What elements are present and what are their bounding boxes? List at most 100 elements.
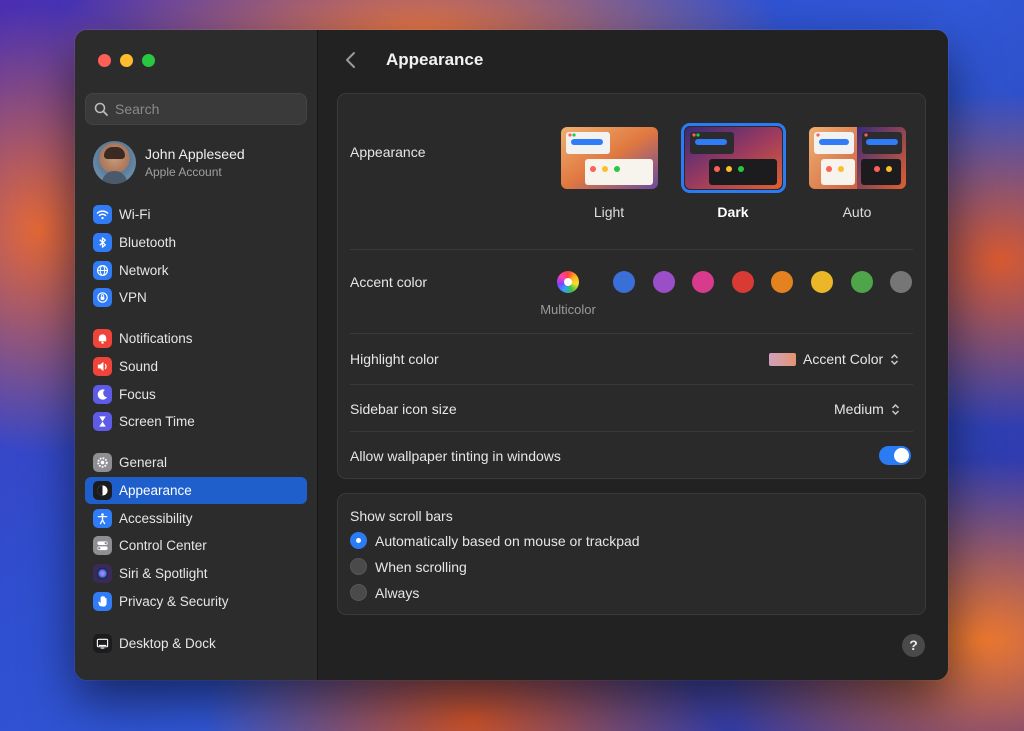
divider <box>350 384 913 385</box>
appearance-icon <box>93 481 112 501</box>
sidebar-item-desktop-dock[interactable]: Desktop & Dock <box>85 630 307 658</box>
sidebar-group-notifications: Notifications Sound Focus Screen Time <box>85 325 307 436</box>
account-name: John Appleseed <box>145 146 245 162</box>
vpn-icon <box>93 288 112 308</box>
bell-icon <box>93 329 112 349</box>
accent-multicolor-swatch[interactable] <box>557 271 579 293</box>
sidebar-item-notifications[interactable]: Notifications <box>85 325 307 353</box>
sidebar-item-label: Desktop & Dock <box>119 636 216 652</box>
search-field[interactable] <box>85 93 307 125</box>
appearance-panel: Appearance Light Dark Auto Accent color … <box>337 93 926 479</box>
accent-color-swatch[interactable] <box>811 271 833 293</box>
sidebar-item-label: Privacy & Security <box>119 593 229 609</box>
avatar <box>93 141 136 184</box>
accent-color-swatch[interactable] <box>890 271 913 293</box>
accent-multicolor-label: Multicolor <box>540 302 596 317</box>
radio-unselected[interactable] <box>350 584 367 601</box>
sidebar-icon-size-value: Medium <box>834 401 884 417</box>
zoom-button[interactable] <box>142 54 155 67</box>
appearance-light-label: Light <box>593 204 625 220</box>
appearance-label: Appearance <box>350 144 426 160</box>
wallpaper-tinting-label: Allow wallpaper tinting in windows <box>350 448 561 464</box>
sidebar-item-vpn[interactable]: VPN <box>85 284 307 312</box>
sidebar-item-label: VPN <box>119 290 147 306</box>
sidebar-item-control-center[interactable]: Control Center <box>85 532 307 560</box>
sidebar-icon-size-label: Sidebar icon size <box>350 401 457 417</box>
back-chevron-icon[interactable] <box>344 50 358 70</box>
accent-color-swatch[interactable] <box>771 271 794 293</box>
highlight-swatch <box>769 352 796 366</box>
search-input[interactable] <box>115 101 295 117</box>
sidebar-item-network[interactable]: Network <box>85 256 307 284</box>
sidebar-item-label: Notifications <box>119 331 193 347</box>
main-content: Appearance Appearance Light Dark Auto Ac… <box>318 30 948 680</box>
sidebar-item-label: Screen Time <box>119 414 195 430</box>
sidebar-item-focus[interactable]: Focus <box>85 380 307 408</box>
sidebar-item-label: Network <box>119 262 169 278</box>
settings-window: John Appleseed Apple Account Wi-Fi Blueto… <box>75 30 948 680</box>
sidebar-item-label: Sound <box>119 359 159 375</box>
sidebar-item-wi-fi[interactable]: Wi-Fi <box>85 201 307 229</box>
appearance-dark-thumbnail[interactable] <box>685 127 782 189</box>
sidebar-item-label: General <box>119 455 168 471</box>
scroll-bars-option-label: Always <box>375 584 420 601</box>
updown-chevron-icon <box>891 403 899 415</box>
wallpaper-tinting-toggle[interactable] <box>879 446 911 465</box>
bluetooth-icon <box>93 233 112 253</box>
appearance-auto-thumbnail[interactable] <box>809 127 906 189</box>
appearance-light-thumbnail[interactable] <box>561 127 658 189</box>
appearance-dark-label: Dark <box>717 204 749 220</box>
sidebar-item-appearance[interactable]: Appearance <box>85 476 307 505</box>
radio-unselected[interactable] <box>350 558 367 575</box>
sidebar-item-label: Wi-Fi <box>119 207 151 223</box>
sidebar-item-privacy-security[interactable]: Privacy & Security <box>85 587 307 615</box>
divider <box>350 431 913 432</box>
toggles-icon <box>93 536 112 556</box>
sidebar-icon-size-popup[interactable]: Medium <box>834 401 900 417</box>
speaker-icon <box>93 357 112 377</box>
radio-selected[interactable] <box>350 532 367 549</box>
help-button[interactable]: ? <box>902 634 925 657</box>
scroll-bars-panel: Show scroll bars Automatically based on … <box>337 493 926 615</box>
hourglass-icon <box>93 412 112 432</box>
accent-color-label: Accent color <box>350 274 428 290</box>
divider <box>350 249 913 250</box>
sidebar-item-siri-spotlight[interactable]: Siri & Spotlight <box>85 560 307 588</box>
minimize-button[interactable] <box>120 54 133 67</box>
globe-icon <box>93 260 112 280</box>
accent-color-swatch[interactable] <box>652 271 675 293</box>
sidebar-item-general[interactable]: General <box>85 449 307 477</box>
scroll-bars-option-always[interactable]: Always <box>350 584 419 601</box>
appearance-auto-label: Auto <box>842 204 872 220</box>
sidebar-group-desktop: Desktop & Dock <box>85 630 307 658</box>
accent-color-swatch[interactable] <box>731 271 754 293</box>
accent-color-swatch[interactable] <box>850 271 873 293</box>
accent-color-swatch[interactable] <box>692 271 715 293</box>
scroll-bars-option-label: Automatically based on mouse or trackpad <box>375 532 640 549</box>
account-row[interactable]: John Appleseed Apple Account <box>93 141 245 184</box>
window-controls <box>98 54 155 67</box>
gear-icon <box>93 453 112 473</box>
accent-color-swatch[interactable] <box>613 271 635 293</box>
highlight-color-label: Highlight color <box>350 351 439 367</box>
close-button[interactable] <box>98 54 111 67</box>
wifi-icon <box>93 205 112 225</box>
moon-icon <box>93 384 112 404</box>
sidebar: John Appleseed Apple Account Wi-Fi Blueto… <box>75 30 318 680</box>
scroll-bars-option-scrolling[interactable]: When scrolling <box>350 558 467 575</box>
sidebar-item-label: Appearance <box>119 483 192 499</box>
scroll-bars-option-label: When scrolling <box>375 558 467 575</box>
sidebar-item-label: Control Center <box>119 538 207 554</box>
sidebar-item-label: Siri & Spotlight <box>119 566 208 582</box>
account-subtitle: Apple Account <box>145 165 222 179</box>
highlight-color-popup[interactable]: Accent Color <box>769 351 899 367</box>
sidebar-item-label: Accessibility <box>119 510 193 526</box>
sidebar-item-accessibility[interactable]: Accessibility <box>85 504 307 532</box>
divider <box>350 333 913 334</box>
sidebar-item-bluetooth[interactable]: Bluetooth <box>85 229 307 257</box>
sidebar-group-network: Wi-Fi Bluetooth Network VPN <box>85 201 307 312</box>
scroll-bars-option-auto[interactable]: Automatically based on mouse or trackpad <box>350 532 640 549</box>
accessibility-icon <box>93 508 112 528</box>
sidebar-item-screen-time[interactable]: Screen Time <box>85 408 307 436</box>
sidebar-item-sound[interactable]: Sound <box>85 353 307 381</box>
